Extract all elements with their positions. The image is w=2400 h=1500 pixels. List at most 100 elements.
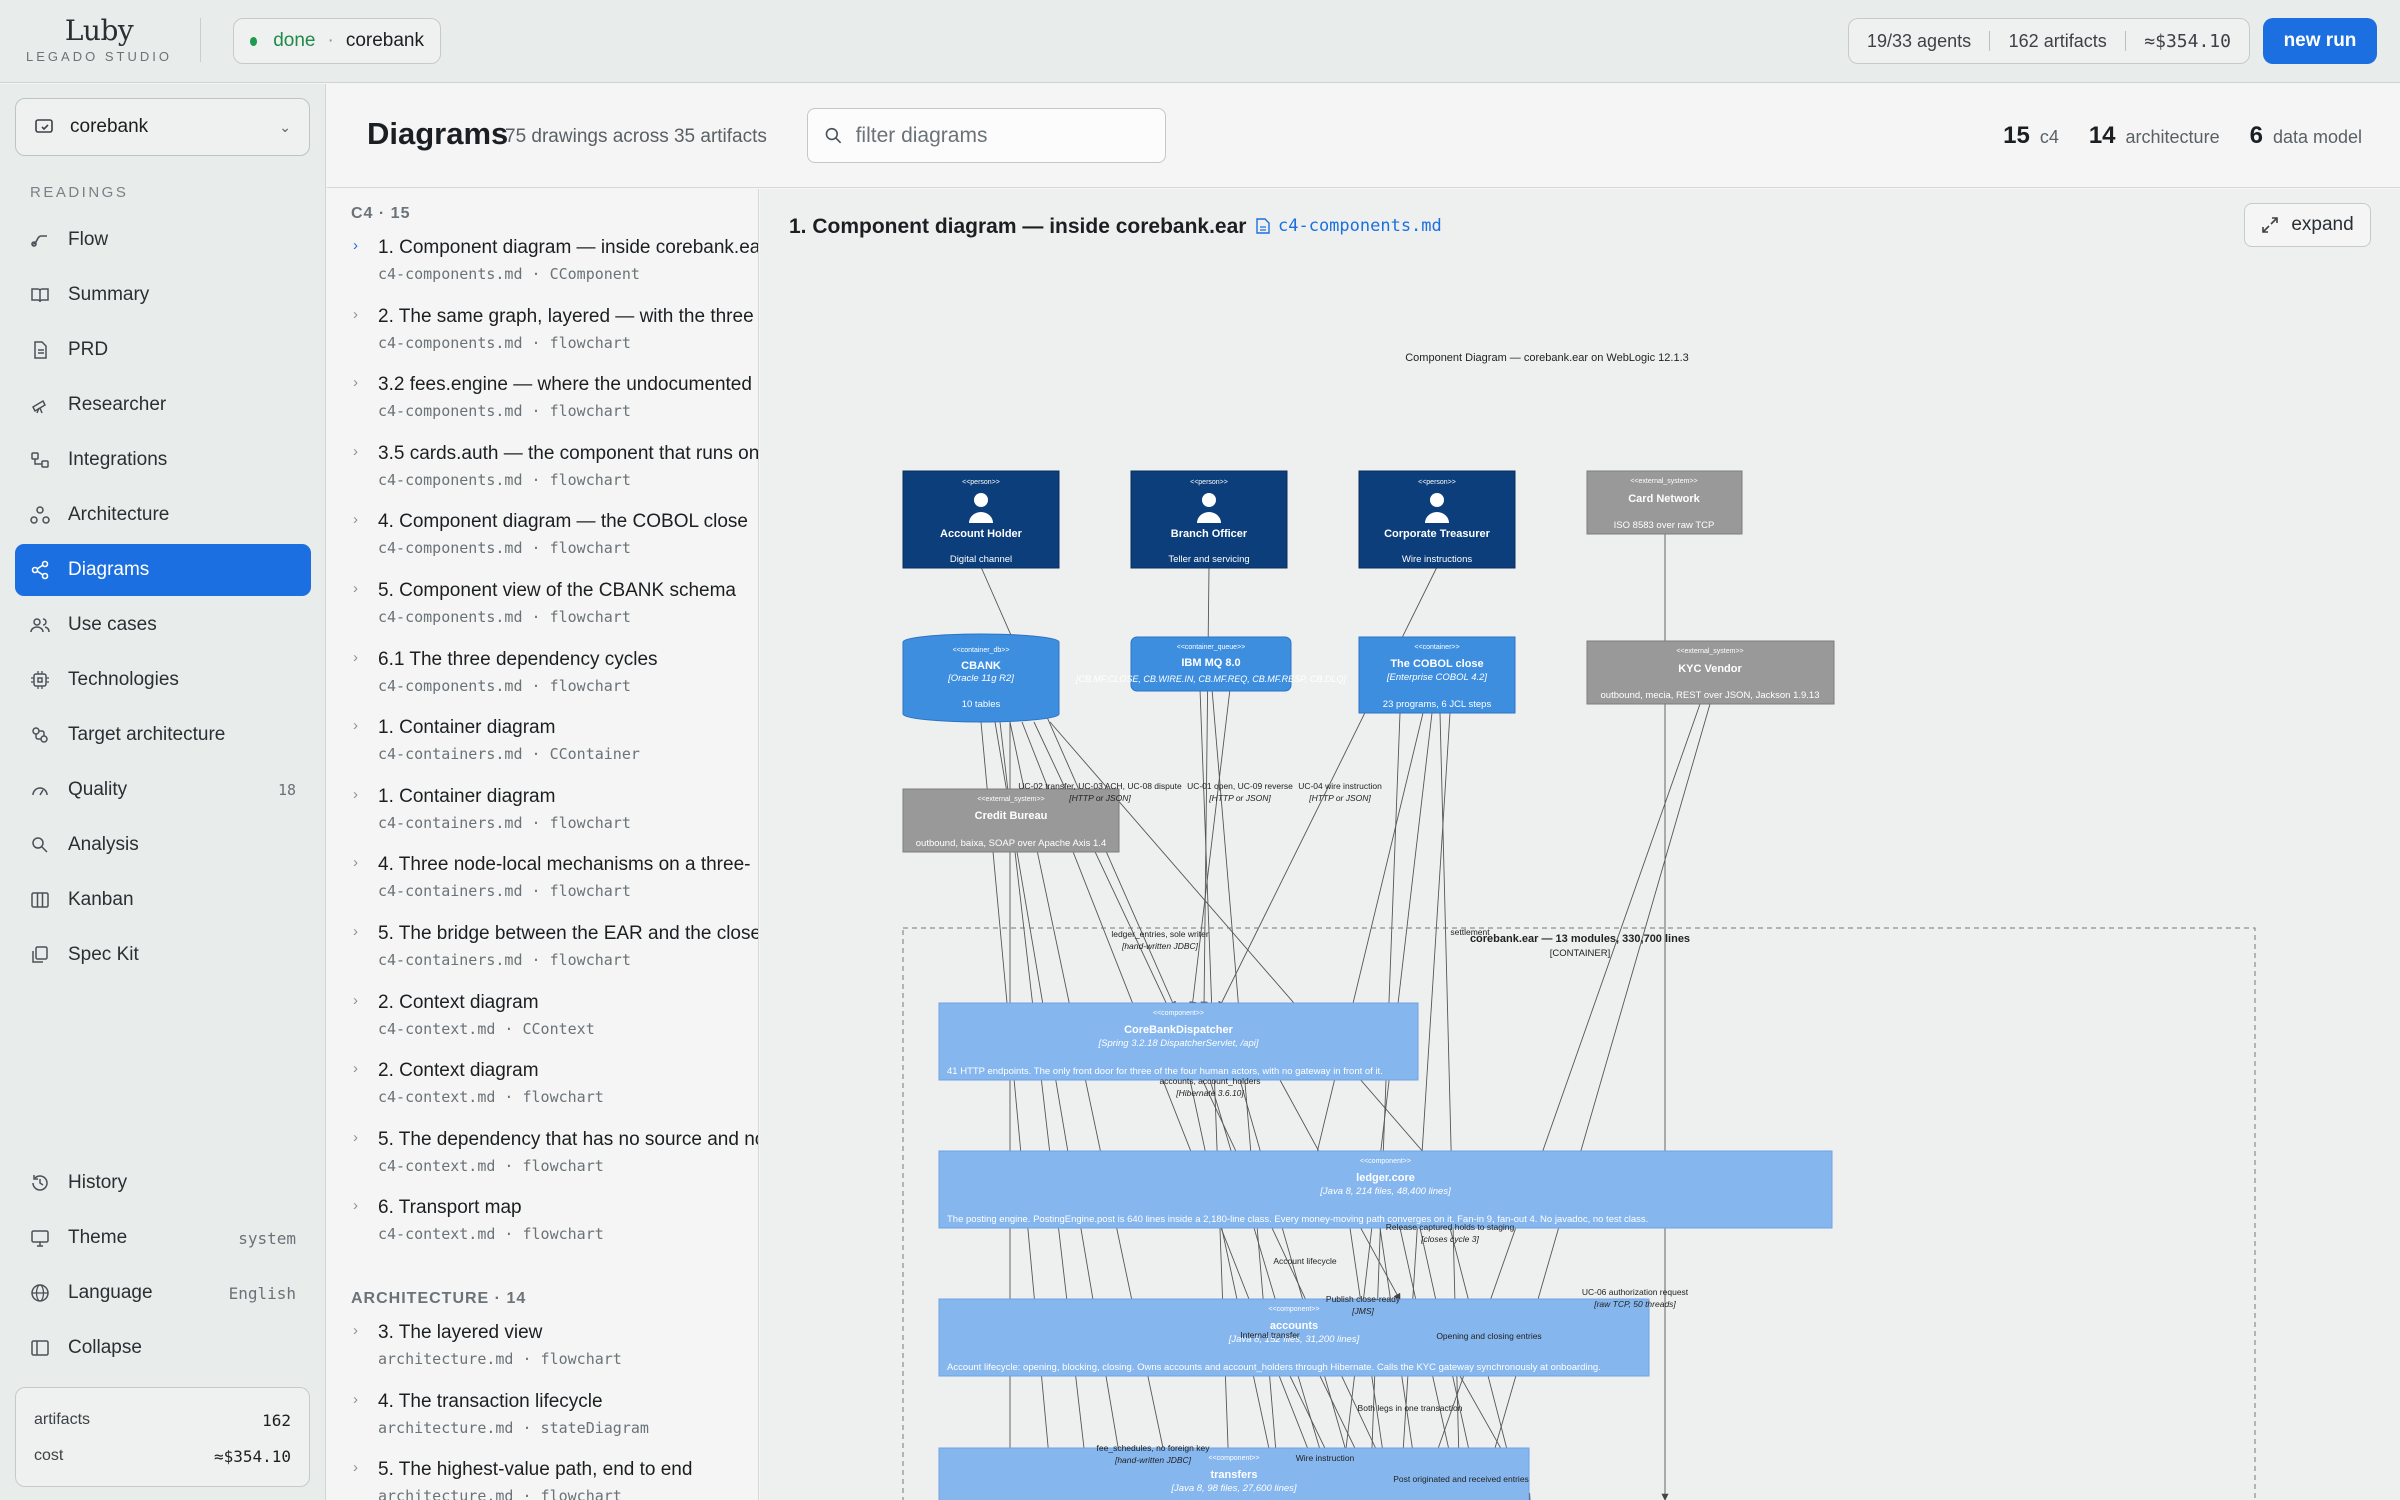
sidebar-item-integrations[interactable]: Integrations xyxy=(15,434,311,486)
target-icon xyxy=(32,727,48,743)
sidebar-item-diagrams[interactable]: Diagrams xyxy=(15,544,311,596)
group-label: ARCHITECTURE · 14 xyxy=(351,1289,527,1307)
diagram-list-item[interactable]: › 6. Transport map c4-context.md · flowcha… xyxy=(327,1183,758,1252)
sidebar-item-label: Language xyxy=(68,1282,153,1303)
stereotype: <<person>> xyxy=(962,479,1000,486)
flow-icon xyxy=(31,235,47,247)
chevron-down-icon: ⌄ xyxy=(279,118,291,135)
diagram-list-item[interactable]: › 5. The dependency that has no source an… xyxy=(327,1115,758,1184)
edge-label-tech: [hand-written JDBC] xyxy=(1121,941,1199,951)
sidebar-item-quality[interactable]: Quality 18 xyxy=(15,764,311,816)
diagram-list-item[interactable]: › 5. Component view of the CBANK schema c4… xyxy=(327,566,758,635)
sidebar-item-flow[interactable]: Flow xyxy=(15,214,311,266)
external-name: KYC Vendor xyxy=(1678,663,1742,675)
diagram-list-item[interactable]: › 1. Component diagram — inside corebank.… xyxy=(327,223,758,292)
cost-row: cost ≈$354.10 xyxy=(34,1438,291,1474)
person-node[interactable]: <<person>> Corporate Treasurer Wire instru… xyxy=(1358,470,1516,569)
sidebar-item-technologies[interactable]: Technologies xyxy=(15,654,311,706)
sidebar-item-label: PRD xyxy=(68,339,109,360)
sidebar-item-spec-kit[interactable]: Spec Kit xyxy=(15,929,311,981)
edge-label-text: fee_schedules, no foreign key xyxy=(1097,1443,1211,1453)
diagram-list-item[interactable]: › 3.5 cards.auth — the component that run… xyxy=(327,429,758,498)
person-desc: Wire instructions xyxy=(1402,554,1472,565)
external-name: Card Network xyxy=(1628,493,1700,505)
sidebar-item-kanban[interactable]: Kanban xyxy=(15,874,311,926)
diagram-item-title: 5. The bridge between the EAR and the cl… xyxy=(378,922,758,944)
diagram-item-meta: c4-components.md · flowchart xyxy=(378,470,631,489)
sidebar-item-label: Architecture xyxy=(68,504,170,525)
diagram-item-meta: c4-components.md · CComponent xyxy=(378,265,640,283)
run-status-pill[interactable]: done · corebank xyxy=(233,18,441,64)
diagram-list-item[interactable]: › 2. Context diagram c4-context.md · flowc… xyxy=(327,1046,758,1115)
project-name: corebank xyxy=(70,116,149,137)
diagram-item-meta: c4-containers.md · flowchart xyxy=(378,813,631,832)
diagram-list-item[interactable]: › 3. The layered view architecture.md · fl… xyxy=(327,1308,758,1377)
chevron-right-icon: › xyxy=(353,1321,358,1339)
component-node[interactable]: <<component>> ledger.core [Java 8, 214 fil… xyxy=(938,1150,1833,1229)
chevron-right-icon: › xyxy=(353,648,358,666)
logo[interactable]: Luby LEGADO STUDIO xyxy=(24,14,174,64)
diagram-list-item[interactable]: › 3.2 fees.engine — where the undocumente… xyxy=(327,360,758,429)
diagram-list-item[interactable]: › 5. The bridge between the EAR and the c… xyxy=(327,909,758,978)
diagram-item-meta: c4-context.md · flowchart xyxy=(378,1156,604,1175)
page-header: Diagrams 75 drawings across 35 artifacts… xyxy=(327,84,2400,188)
chevron-right-icon: › xyxy=(353,237,358,254)
filter-input[interactable] xyxy=(855,123,1149,148)
project-select[interactable]: corebank ⌄ xyxy=(15,98,310,156)
run-project: corebank xyxy=(345,30,424,51)
filter-box[interactable] xyxy=(807,108,1166,163)
diagram-canvas[interactable]: <<person>> Account Holder Digital channel <… xyxy=(760,261,2400,1500)
sidebar-item-architecture[interactable]: Architecture xyxy=(15,489,311,541)
sidebar-item-history[interactable]: History xyxy=(15,1157,311,1209)
edge-label-text: Post originated and received entries xyxy=(1393,1474,1529,1484)
component-diagram[interactable]: <<person>>Account HolderDigital channel<… xyxy=(760,261,2400,1500)
sidebar-item-prd[interactable]: PRD xyxy=(15,324,311,376)
chevron-right-icon: › xyxy=(353,1390,358,1408)
sidebar-item-theme[interactable]: Theme system xyxy=(15,1212,311,1264)
edge-label-tech: [raw TCP, 50 threads] xyxy=(1593,1299,1676,1309)
edge-label-text: Release captured holds to staging xyxy=(1386,1222,1515,1232)
detail-file-link[interactable]: c4-components.md xyxy=(1256,216,1442,236)
stereotype: <<component>> xyxy=(1153,1010,1204,1017)
file-icon xyxy=(1256,218,1270,234)
sidebar-item-use-cases[interactable]: Use cases xyxy=(15,599,311,651)
sidebar-item-summary[interactable]: Summary xyxy=(15,269,311,321)
sidebar-item-collapse[interactable]: Collapse xyxy=(15,1322,311,1374)
diagram-list-item[interactable]: › 4. Component diagram — the COBOL close c… xyxy=(327,497,758,566)
diagram-list-item[interactable]: › 4. The transaction lifecycle architectur… xyxy=(327,1377,758,1446)
sidebar-item-label: Integrations xyxy=(68,449,168,470)
diagram-list-item[interactable]: › 6.1 The three dependency cycles c4-compo… xyxy=(327,635,758,704)
diagram-list-item[interactable]: › 2. Context diagram c4-context.md · CCont… xyxy=(327,978,758,1047)
sidebar-item-target-architecture[interactable]: Target architecture xyxy=(15,709,311,761)
component-tech: [Java 8, 98 files, 27,600 lines] xyxy=(1170,1483,1297,1494)
chevron-right-icon: › xyxy=(353,717,358,735)
diagram-list-item[interactable]: › 5. The highest-value path, end to end ar… xyxy=(327,1445,758,1500)
new-run-button[interactable]: new run xyxy=(2263,18,2377,64)
artifacts-label: artifacts xyxy=(34,1411,91,1428)
edge-label-text: Account lifecycle xyxy=(1273,1256,1337,1266)
chevron-right-icon: › xyxy=(353,922,358,940)
diagram-list-item[interactable]: › 2. The same graph, layered — with the t… xyxy=(327,292,758,361)
analysis-icon xyxy=(32,837,48,853)
diagram-item-title: 2. The same graph, layered — with the th… xyxy=(378,305,754,327)
person-name: Branch Officer xyxy=(1171,528,1248,540)
diagram-list-item[interactable]: › 1. Container diagram c4-containers.md · … xyxy=(327,703,758,772)
run-metrics: 19/33 agents 162 artifacts ≈$354.10 xyxy=(1848,18,2250,64)
theme-value: system xyxy=(238,1228,296,1248)
diagram-item-meta: c4-components.md · flowchart xyxy=(378,676,631,695)
person-node[interactable]: <<person>> Account Holder Digital channel xyxy=(902,470,1060,569)
diagram-item-meta: architecture.md · flowchart xyxy=(378,1349,622,1368)
sidebar-item-language[interactable]: Language English xyxy=(15,1267,311,1319)
sidebar-item-analysis[interactable]: Analysis xyxy=(15,819,311,871)
quality-count-badge: 18 xyxy=(277,781,296,799)
sidebar-item-researcher[interactable]: Researcher xyxy=(15,379,311,431)
page-subtitle: 75 drawings across 35 artifacts xyxy=(505,126,767,147)
diagram-item-meta: c4-context.md · flowchart xyxy=(378,1225,604,1244)
edge-label-tech: [HTTP or JSON] xyxy=(1208,793,1271,803)
person-node[interactable]: <<person>> Branch Officer Teller and servi… xyxy=(1130,470,1288,569)
stereotype: <<component>> xyxy=(1269,1306,1320,1313)
component-node[interactable]: <<component>> CoreBankDispatcher [Spring 3… xyxy=(938,1002,1419,1081)
diagram-list-item[interactable]: › 4. Three node-local mechanisms on a thr… xyxy=(327,840,758,909)
expand-button[interactable]: expand xyxy=(2244,203,2371,247)
diagram-list-item[interactable]: › 1. Container diagram c4-containers.md · … xyxy=(327,772,758,841)
